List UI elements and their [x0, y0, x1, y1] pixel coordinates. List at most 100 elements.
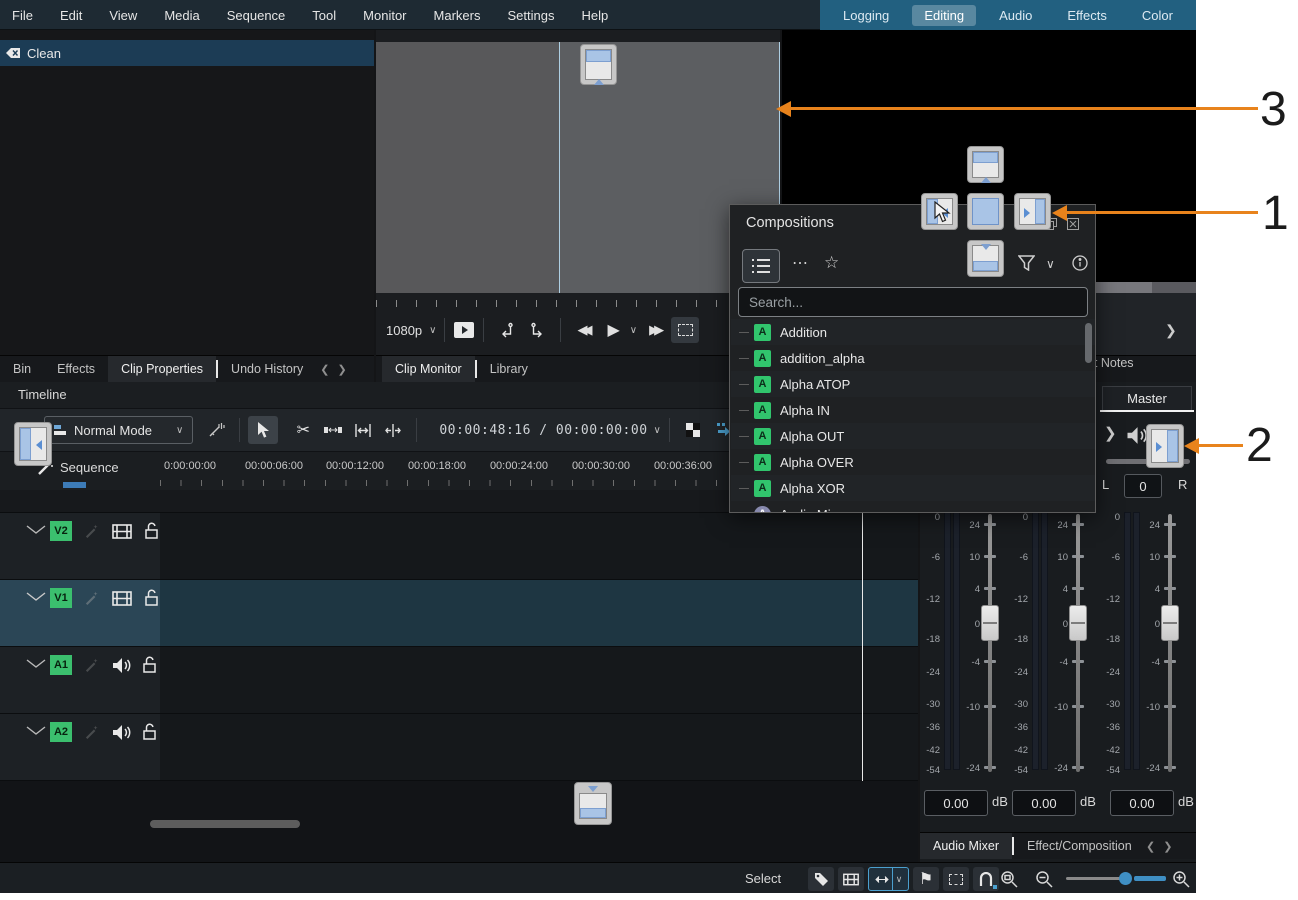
compositions-search-input[interactable]: [739, 288, 1087, 316]
favorites-star-icon[interactable]: ☆: [824, 253, 839, 273]
menu-item[interactable]: Help: [581, 8, 608, 23]
list-item[interactable]: AAudio Mix: [731, 501, 1095, 512]
tab-clip-properties[interactable]: Clip Properties: [108, 356, 216, 382]
timecode-chevron-icon[interactable]: ∨: [654, 425, 661, 436]
sequence-label[interactable]: Sequence: [60, 460, 119, 475]
collapse-chevron-icon[interactable]: [26, 525, 46, 534]
gain-value-box[interactable]: 0.00: [924, 790, 988, 816]
menu-item[interactable]: Monitor: [363, 8, 406, 23]
timeline-zoom-slider-handle[interactable]: [1119, 872, 1132, 885]
dock-indicator-center[interactable]: [967, 193, 1004, 230]
menu-item[interactable]: Settings: [507, 8, 554, 23]
dock-indicator-bottom[interactable]: [967, 240, 1004, 277]
marker-flag-button[interactable]: ⚑: [913, 867, 939, 891]
dock-indicator-edge-right[interactable]: [1146, 424, 1184, 468]
mixed-audio-video-icon[interactable]: [201, 416, 231, 444]
more-options-icon[interactable]: ⋯: [792, 253, 809, 273]
timeline-playhead[interactable]: [862, 490, 863, 781]
razor-tool-button[interactable]: ✂: [288, 416, 318, 444]
speaker-icon[interactable]: [112, 657, 131, 674]
mix-display-icon[interactable]: [678, 416, 708, 444]
rewind-button[interactable]: ◀◀: [577, 322, 587, 338]
list-item[interactable]: AAlpha IN: [731, 397, 1095, 423]
volume-fader-handle[interactable]: [1069, 605, 1087, 641]
tab-library[interactable]: Library: [477, 356, 541, 382]
volume-fader-track[interactable]: [1076, 514, 1080, 772]
zoom-out-icon[interactable]: [1035, 870, 1053, 888]
forward-button[interactable]: ▶▶: [649, 322, 659, 338]
dock-indicator-edge-left[interactable]: [14, 422, 52, 466]
panel-expand-chevron-icon[interactable]: ❯: [1165, 322, 1177, 339]
video-track-icon[interactable]: [112, 591, 132, 606]
track-badge[interactable]: A1: [50, 655, 72, 675]
zoom-fit-icon[interactable]: [1000, 870, 1018, 888]
tab-effects[interactable]: Effects: [44, 356, 108, 382]
list-item[interactable]: AAlpha OUT: [731, 423, 1095, 449]
dock-indicator-right[interactable]: [1014, 193, 1051, 230]
gain-value-box[interactable]: 0.00: [1110, 790, 1174, 816]
timeline-timecode[interactable]: 00:00:48:16 / 00:00:00:00: [439, 423, 647, 438]
track-effects-wand-icon[interactable]: [84, 724, 100, 740]
play-button[interactable]: ▶: [607, 320, 619, 340]
collapse-chevron-icon[interactable]: [26, 726, 46, 735]
track-effects-wand-icon[interactable]: [84, 590, 100, 606]
track-lane-a2[interactable]: [160, 714, 918, 780]
track-lane-a1[interactable]: [160, 647, 918, 713]
zoom-in-icon[interactable]: [1172, 870, 1190, 888]
timeline-zone-bar[interactable]: [63, 482, 86, 488]
track-lane-v2[interactable]: [160, 513, 918, 579]
snap-magnet-button[interactable]: [973, 867, 999, 891]
workspace-tab-color[interactable]: Color: [1130, 5, 1185, 26]
workspace-tab-logging[interactable]: Logging: [831, 5, 901, 26]
volume-fader-handle[interactable]: [1161, 605, 1179, 641]
edit-mode-select[interactable]: Normal Mode ∨: [44, 416, 193, 444]
menu-item[interactable]: Markers: [434, 8, 481, 23]
unlock-icon[interactable]: [144, 522, 159, 540]
unlock-icon[interactable]: [144, 589, 159, 607]
ripple-tool-button[interactable]: [378, 416, 408, 444]
resolution-chevron-icon[interactable]: ∨: [429, 325, 436, 336]
clip-monitor-video[interactable]: [376, 42, 780, 293]
strip-collapse-chevron-icon[interactable]: ❯: [1104, 424, 1117, 442]
resolution-select[interactable]: 1080p: [386, 323, 422, 338]
view-mode-list-button[interactable]: [742, 249, 780, 283]
filter-funnel-icon[interactable]: [1018, 255, 1035, 271]
list-scrollbar[interactable]: [1085, 323, 1092, 363]
menu-item[interactable]: Edit: [60, 8, 82, 23]
track-effects-wand-icon[interactable]: [84, 523, 100, 539]
track-header-v2[interactable]: V2: [0, 513, 160, 579]
tab-scroll-right-icon[interactable]: ❯: [334, 356, 351, 382]
volume-fader-track[interactable]: [988, 514, 992, 772]
tab-audio-mixer[interactable]: Audio Mixer: [920, 833, 1012, 859]
tab-effect-composition[interactable]: Effect/Composition: [1014, 833, 1142, 859]
info-icon[interactable]: [1072, 255, 1088, 271]
list-item[interactable]: Aaddition_alpha: [731, 345, 1095, 371]
volume-fader-handle[interactable]: [981, 605, 999, 641]
timeline-zoom-slider-track[interactable]: [1066, 877, 1122, 880]
tab-scroll-left-icon[interactable]: ❮: [1142, 833, 1159, 859]
tag-filter-button[interactable]: [808, 867, 834, 891]
track-badge[interactable]: V2: [50, 521, 72, 541]
unlock-icon[interactable]: [142, 723, 157, 741]
collapse-chevron-icon[interactable]: [26, 592, 46, 601]
track-header-a2[interactable]: A2: [0, 714, 160, 780]
menu-item[interactable]: Sequence: [227, 8, 286, 23]
spacer-tool-button[interactable]: [318, 416, 348, 444]
menu-item[interactable]: Media: [164, 8, 199, 23]
tab-scroll-left-icon[interactable]: ❮: [316, 356, 333, 382]
set-in-point-icon[interactable]: [499, 322, 515, 338]
bin-clip-row[interactable]: Clean: [0, 40, 374, 66]
balance-value-box[interactable]: 0: [1124, 474, 1162, 498]
track-header-v1[interactable]: V1: [0, 580, 160, 646]
play-options-chevron-icon[interactable]: ∨: [630, 325, 637, 336]
tab-bin[interactable]: Bin: [0, 356, 44, 382]
resize-mode-button[interactable]: ∨: [868, 867, 909, 891]
collapse-chevron-icon[interactable]: [26, 659, 46, 668]
set-out-point-icon[interactable]: [529, 322, 545, 338]
list-item[interactable]: AAlpha OVER: [731, 449, 1095, 475]
track-lane-v1[interactable]: [160, 580, 918, 646]
close-panel-icon[interactable]: [1067, 218, 1079, 230]
tab-undo-history[interactable]: Undo History: [218, 356, 316, 382]
unlock-icon[interactable]: [142, 656, 157, 674]
monitor-seek-ruler[interactable]: [376, 295, 780, 307]
